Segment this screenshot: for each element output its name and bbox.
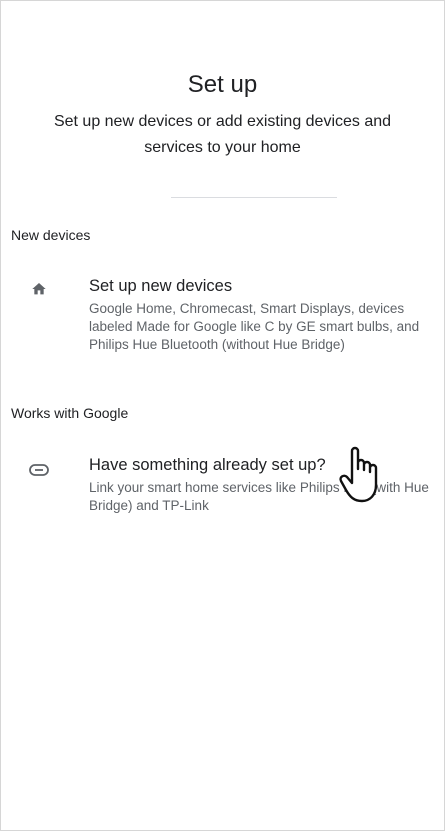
hand-cursor-icon: [339, 446, 378, 503]
divider: [171, 197, 337, 198]
setup-new-devices-item[interactable]: Set up new devices Google Home, Chromeca…: [1, 275, 444, 375]
home-icon: [29, 279, 49, 299]
page-subtitle: Set up new devices or add existing devic…: [53, 113, 392, 156]
section-header-new-devices: New devices: [11, 227, 91, 243]
item-title: Set up new devices: [89, 277, 233, 295]
link-icon: [29, 460, 49, 480]
setup-screen: Set up Set up new devices or add existin…: [0, 0, 445, 831]
section-header-works-with-google: Works with Google: [11, 405, 129, 421]
item-description: Google Home, Chromecast, Smart Displays,…: [89, 301, 420, 352]
page-title: Set up: [187, 71, 258, 98]
